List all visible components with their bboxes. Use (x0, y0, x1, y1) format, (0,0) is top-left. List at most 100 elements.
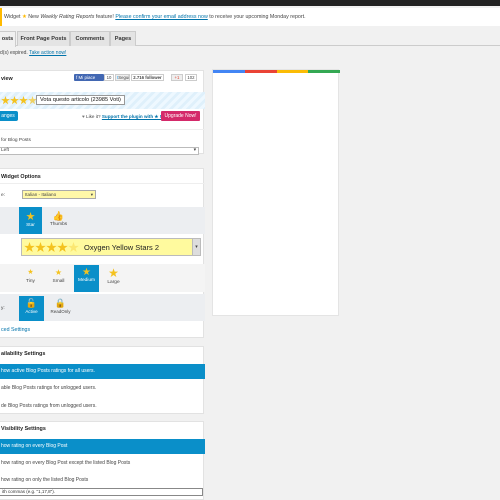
size-option-large-label: Large (107, 280, 120, 285)
google-color-yellow (277, 70, 308, 73)
star-icon (46, 242, 57, 253)
visibility-title: Visibility Settings (1, 426, 46, 432)
availability-panel: ailability Settings how active Blog Post… (0, 346, 205, 414)
tab-blog-posts[interactable]: osts (0, 31, 16, 47)
settings-tabs: osts Front Page Posts Comments Pages (0, 31, 500, 47)
notice-prefix: Widget (4, 14, 21, 20)
expired-text: d(s) expired. (0, 50, 28, 56)
tab-pages[interactable]: Pages (110, 31, 136, 46)
google-color-green (308, 70, 340, 73)
chevron-down-icon: ▾ (192, 239, 200, 255)
align-label: for Blog Posts (1, 138, 31, 143)
language-select[interactable]: Italian - Italiano ▾ (22, 190, 96, 199)
availability-title: ailability Settings (1, 351, 46, 357)
vote-count-label: Vota questo articolo (23985 Voti) (36, 95, 125, 105)
star-icon (68, 242, 79, 253)
fb-like-label: Mi piace (78, 75, 96, 80)
star-icon (57, 242, 68, 253)
language-select-value: Italian - Italiano (25, 192, 57, 197)
divider (0, 183, 205, 184)
star-icon: ★ (25, 211, 36, 223)
mode-option-readonly[interactable]: 🔒 ReadOnly (48, 298, 73, 320)
language-label: e: (1, 193, 6, 198)
availability-option-enable-unlogged[interactable]: able Blog Posts ratings for unlogged use… (1, 385, 96, 391)
fb-like-button[interactable]: f Mi piace (74, 74, 104, 81)
type-option-star-label: Star (26, 223, 35, 228)
star-icon (19, 96, 28, 105)
notice-text2: feature! (95, 14, 114, 20)
widget-options-panel: Widget Options e: Italian - Italiano ▾ ★… (0, 168, 205, 338)
gplus-button[interactable]: +1 (171, 74, 183, 81)
size-option-tiny[interactable]: ★ Tiny (19, 268, 42, 290)
lock-icon: 🔒 (54, 298, 67, 308)
visibility-option-every[interactable]: how rating on every Blog Post (0, 439, 205, 454)
star-icon: ★ (108, 266, 119, 280)
preview-stars[interactable] (1, 96, 37, 107)
notice-text3: to receive your upcoming Monday report. (209, 14, 306, 20)
divider (0, 129, 205, 130)
google-color-blue (213, 70, 245, 73)
thumbs-up-icon: 👍 (52, 211, 65, 221)
advanced-settings-link[interactable]: ced Settings (1, 327, 30, 333)
notice-feature: Weekly Rating Reports (40, 14, 95, 20)
twitter-label: Segui (118, 75, 130, 80)
google-color-red (245, 70, 277, 73)
visibility-option-only-listed[interactable]: how rating on only the listed Blog Posts (1, 477, 88, 483)
star-icon (1, 96, 10, 105)
star-icon: ★ (54, 268, 63, 277)
mode-label: y: (1, 306, 5, 311)
widget-preview-panel (212, 69, 340, 316)
admin-top-bar (0, 0, 500, 6)
align-select-value: Left (1, 148, 10, 153)
theme-stars (24, 242, 79, 255)
mode-option-active-label: Active (25, 309, 38, 314)
size-option-medium-label: Medium (77, 278, 96, 283)
notice-star-icon: ★ (21, 14, 27, 20)
notice-text1: New (28, 14, 39, 20)
heart-icon: ♥ (82, 114, 85, 119)
confirm-email-link[interactable]: Please confirm your email address now (115, 14, 207, 20)
twitter-follow-button[interactable]: tSegui (115, 74, 130, 81)
take-action-link[interactable]: Take action now! (29, 50, 66, 56)
availability-option-all[interactable]: how active Blog Posts ratings for all us… (0, 364, 205, 379)
unlock-icon: 🔓 (25, 298, 38, 308)
availability-option-hide-unlogged[interactable]: de Blog Posts ratings from unlogged user… (1, 403, 97, 409)
theme-select-value: Oxygen Yellow Stars 2 (84, 243, 160, 252)
theme-select[interactable]: Oxygen Yellow Stars 2 ▾ (21, 238, 201, 256)
size-option-large[interactable]: ★ Large (102, 266, 125, 290)
type-option-thumbs[interactable]: 👍 Thumbs (47, 207, 70, 234)
size-option-small[interactable]: ★ Small (47, 268, 70, 290)
align-select[interactable]: Left ▾ (0, 147, 199, 155)
gplus-count: 102 (185, 74, 197, 81)
chevron-down-icon: ▾ (90, 192, 93, 197)
expired-notice: d(s) expired. Take action now! (0, 50, 66, 56)
mode-option-active[interactable]: 🔓 Active (19, 296, 44, 321)
tab-comments[interactable]: Comments (70, 31, 110, 46)
star-icon (24, 242, 35, 253)
preview-panel: view f Mi piace 10 tSegui 2.716 follower… (0, 70, 205, 155)
notice-bar: Widget ★ New Weekly Rating Reports featu… (0, 8, 500, 26)
visibility-panel: Visibility Settings how rating on every … (0, 421, 205, 500)
type-option-star[interactable]: ★ Star (19, 207, 42, 234)
preview-title: view (1, 76, 13, 82)
size-option-small-label: Small (52, 279, 65, 284)
size-option-tiny-label: Tiny (26, 279, 35, 284)
fb-icon: f (76, 75, 78, 80)
post-ids-input[interactable]: ith commas (e.g. "1,17,8"). (0, 488, 203, 496)
star-icon (35, 242, 46, 253)
star-icon: ★ (82, 267, 91, 278)
save-changes-button[interactable]: anges (0, 111, 18, 121)
tab-front-page-posts[interactable]: Front Page Posts (17, 31, 70, 46)
upgrade-now-button[interactable]: Upgrade Now! (161, 111, 200, 121)
type-option-thumbs-label: Thumbs (49, 222, 68, 227)
star-icon (10, 96, 19, 105)
fb-count: 10 (104, 74, 114, 81)
visibility-option-except-listed[interactable]: how rating on every Blog Post except the… (1, 460, 130, 466)
star-icon: ★ (27, 269, 34, 276)
like-it-label: Like it? (86, 114, 101, 119)
twitter-count: 2.716 follower (131, 74, 164, 81)
size-option-medium[interactable]: ★ Medium (74, 265, 99, 292)
widget-options-title: Widget Options (1, 174, 41, 180)
chevron-down-icon: ▾ (193, 148, 196, 153)
mode-option-readonly-label: ReadOnly (50, 309, 71, 314)
